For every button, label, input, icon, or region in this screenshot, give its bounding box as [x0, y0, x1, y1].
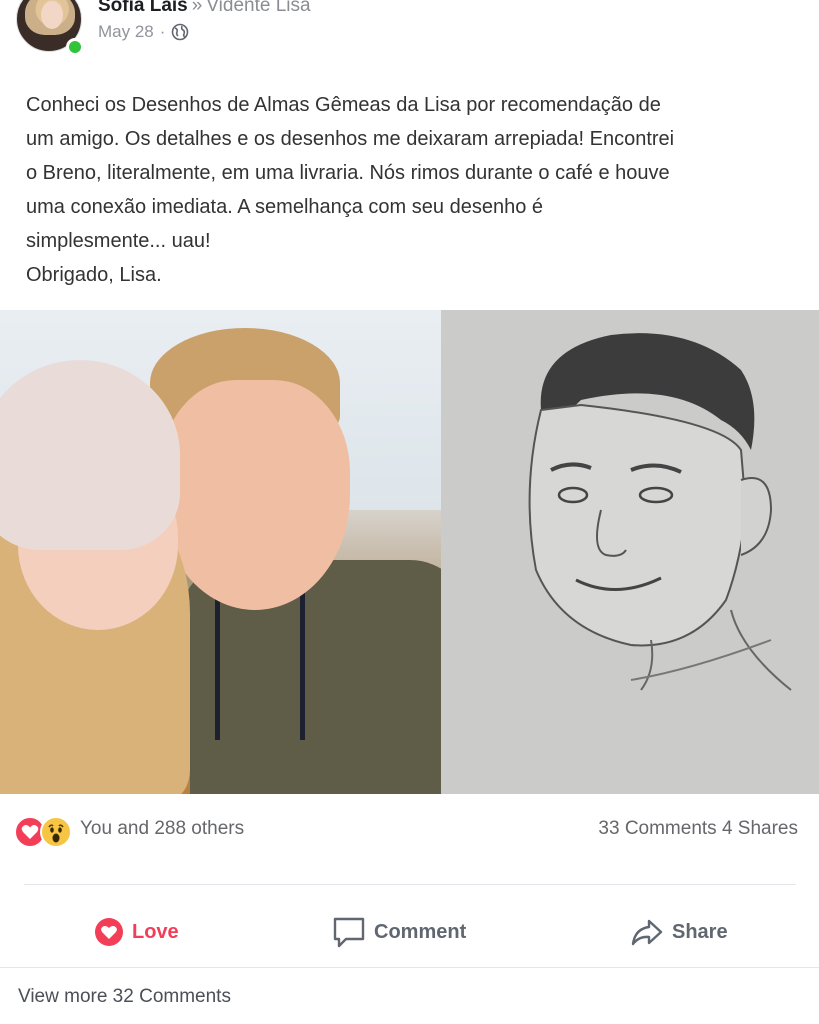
post-meta: May 28 · [98, 22, 189, 42]
love-heart-icon [95, 918, 123, 946]
online-status-dot [66, 38, 84, 56]
divider [0, 967, 819, 968]
post-text-line: Obrigado, Lisa. [26, 264, 162, 286]
post-date-link[interactable]: May 28 [98, 22, 154, 42]
reaction-summary-link[interactable]: You and 288 others [80, 818, 244, 840]
reactions-summary: You and 288 others 33 Comments 4 Shares [0, 808, 819, 852]
comment-bubble-icon [333, 917, 365, 948]
divider [24, 884, 796, 885]
post-text-line: Conheci os Desenhos de Almas Gêmeas da L… [26, 94, 661, 116]
comment-button[interactable]: Comment [332, 912, 466, 952]
author-line: Sofia Lais» Vidente Lisa [98, 0, 311, 17]
author-separator: » [191, 0, 203, 16]
love-button[interactable]: Love [94, 912, 179, 952]
post-text-line: simplesmente... uau! [26, 230, 211, 252]
love-button-label: Love [132, 920, 179, 943]
post-text-line: uma conexão imediata. A semelhança com s… [26, 196, 543, 218]
post-text-line: o Breno, literalmente, em uma livraria. … [26, 162, 670, 184]
meta-dot: · [159, 22, 166, 41]
post-actions: Love Comment Share [0, 900, 819, 964]
comment-button-label: Comment [374, 920, 467, 943]
globe-icon [171, 23, 189, 41]
wow-reaction-icon [40, 816, 72, 848]
view-more-comments-link[interactable]: View more 32 Comments [18, 986, 231, 1008]
post-text-line: um amigo. Os detalhes e os desenhos me d… [26, 128, 675, 150]
share-arrow-icon [631, 919, 663, 946]
author-name-link[interactable]: Sofia Lais [98, 0, 188, 16]
comments-shares-count[interactable]: 33 Comments 4 Shares [598, 818, 798, 840]
share-button[interactable]: Share [630, 912, 728, 952]
post-text: Conheci os Desenhos de Almas Gêmeas da L… [26, 88, 796, 292]
target-page-link[interactable]: Vidente Lisa [206, 0, 310, 16]
reaction-icons[interactable] [14, 816, 78, 848]
share-button-label: Share [672, 920, 728, 943]
post-media [0, 310, 819, 794]
couple-photo[interactable] [0, 310, 441, 794]
portrait-drawing-image[interactable] [441, 310, 819, 794]
post-header: Sofia Lais» Vidente Lisa May 28 · [0, 0, 819, 70]
